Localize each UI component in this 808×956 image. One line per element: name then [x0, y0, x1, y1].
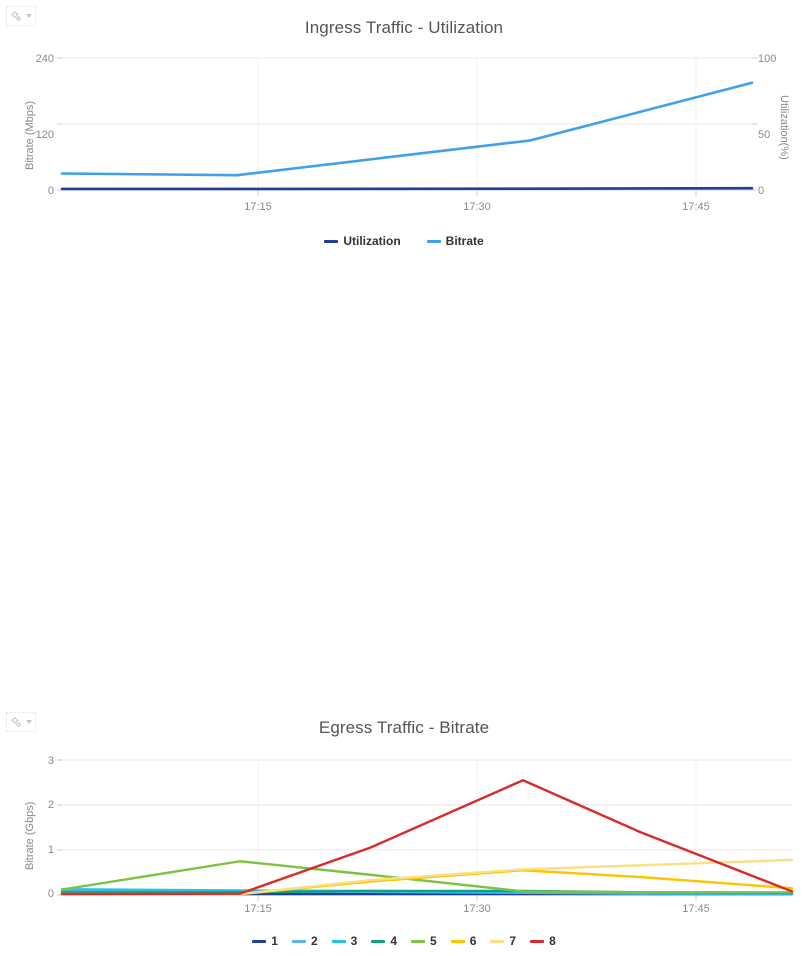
legend-label: 8: [549, 934, 556, 948]
legend-swatch: [324, 239, 339, 243]
chart-panel-egress: Egress Traffic - Bitrate Bitrate (Gbps) …: [0, 350, 808, 948]
plot-area-egress: [57, 759, 794, 901]
legend-swatch: [426, 239, 441, 243]
legend-label: 3: [350, 934, 358, 948]
legend-item-utilization[interactable]: Utilization: [324, 234, 401, 248]
legend-swatch: [530, 939, 545, 943]
legend-item-8[interactable]: 8: [530, 934, 556, 948]
legend-swatch: [450, 939, 465, 943]
legend-label: 6: [469, 934, 477, 948]
legend-item-4[interactable]: 4: [371, 934, 397, 948]
legend-label: 7: [509, 934, 517, 948]
legend-item-6[interactable]: 6: [450, 934, 477, 948]
legend-egress: 1 2 3 4 5 6 7 8: [0, 934, 808, 948]
legend-swatch: [252, 939, 267, 943]
legend-item-7[interactable]: 7: [490, 934, 516, 948]
legend-ingress: Utilization Bitrate: [0, 234, 808, 248]
legend-swatch: [411, 939, 425, 943]
legend-swatch: [490, 939, 505, 943]
legend-item-bitrate[interactable]: Bitrate: [426, 234, 484, 248]
legend-item-2[interactable]: 2: [291, 934, 318, 948]
legend-label: 2: [310, 934, 318, 948]
legend-label: Utilization: [343, 234, 401, 248]
legend-item-3[interactable]: 3: [331, 934, 358, 948]
legend-swatch: [291, 939, 306, 943]
legend-label: 1: [271, 934, 278, 948]
plot-area-ingress: [57, 57, 757, 196]
legend-label: 4: [390, 934, 397, 948]
chart-panel-ingress: Ingress Traffic - Utilization Bitrate (M…: [0, 0, 808, 350]
legend-label: Bitrate: [445, 234, 484, 248]
legend-item-5[interactable]: 5: [411, 934, 437, 948]
legend-swatch: [331, 939, 346, 943]
legend-label: 5: [430, 934, 437, 948]
legend-swatch: [371, 939, 386, 943]
legend-item-1[interactable]: 1: [252, 934, 278, 948]
